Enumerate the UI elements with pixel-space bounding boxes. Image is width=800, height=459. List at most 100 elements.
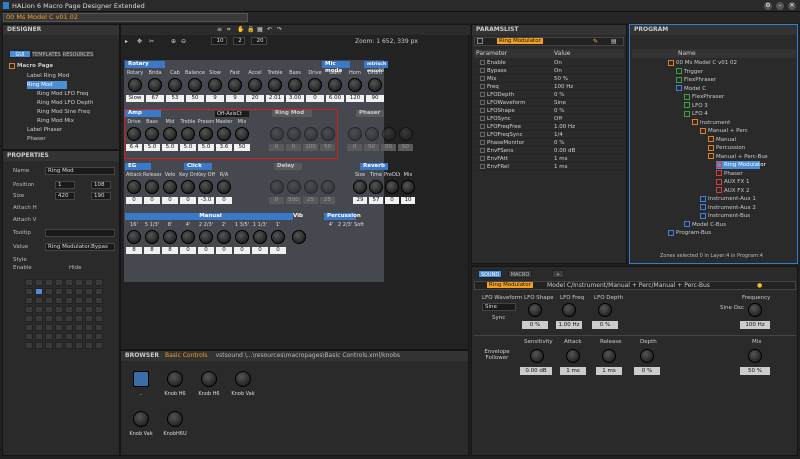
browser-filter[interactable]: Basic Controls xyxy=(165,351,208,361)
style-flag-cell[interactable] xyxy=(45,306,53,313)
style-flag-cell[interactable] xyxy=(65,324,73,331)
attack-value[interactable]: 1 ms xyxy=(560,367,586,375)
snap-field[interactable]: 20 xyxy=(251,37,267,45)
style-flag-cell[interactable] xyxy=(95,279,103,286)
style-flag-cell[interactable] xyxy=(85,306,93,313)
param-checkbox[interactable] xyxy=(480,68,485,73)
minimize-button[interactable]: – xyxy=(776,2,784,10)
param-checkbox[interactable] xyxy=(480,164,485,169)
style-flag-cell[interactable] xyxy=(35,288,43,295)
param-row[interactable]: Bypass On xyxy=(474,67,624,75)
knob-thumbnail-icon[interactable] xyxy=(235,371,251,387)
param-row[interactable]: Mix 50 % xyxy=(474,75,624,83)
name-field[interactable]: Ring Mod xyxy=(45,167,115,175)
style-flag-cell[interactable] xyxy=(25,288,33,295)
param-checkbox[interactable] xyxy=(480,100,485,105)
knob[interactable] xyxy=(381,127,396,141)
style-flag-cell[interactable] xyxy=(25,324,33,331)
knob[interactable] xyxy=(286,127,301,141)
style-flag-cell[interactable] xyxy=(65,342,73,349)
style-flag-cell[interactable] xyxy=(85,297,93,304)
knob-value[interactable]: 50 xyxy=(320,144,335,151)
param-value[interactable]: 0 % xyxy=(554,107,564,115)
tab-templates[interactable]: TEMPLATES xyxy=(31,50,61,58)
knob-value[interactable]: 0 xyxy=(126,197,142,204)
param-checkbox[interactable] xyxy=(480,124,485,129)
knob-value[interactable]: 50 xyxy=(364,144,379,151)
style-flag-cell[interactable] xyxy=(95,306,103,313)
style-flag-cell[interactable] xyxy=(55,315,63,322)
style-flag-cell[interactable] xyxy=(55,333,63,340)
knob-value[interactable]: 120 xyxy=(346,95,364,102)
lfo-wave-select[interactable]: Sine xyxy=(482,303,516,311)
knob[interactable] xyxy=(248,78,262,92)
knob[interactable] xyxy=(181,180,195,194)
knob-value[interactable]: 0 xyxy=(180,247,196,254)
knob-value[interactable]: 0 xyxy=(347,144,362,151)
style-flag-cell[interactable] xyxy=(25,297,33,304)
program-tree-item[interactable]: Model C xyxy=(676,85,706,93)
tree-item[interactable]: Ring Mod Mix xyxy=(37,117,74,125)
program-tree-item[interactable]: AUX FX 2 xyxy=(716,187,749,195)
knob-value[interactable]: 20 xyxy=(246,95,264,102)
grid-x-field[interactable]: 10 xyxy=(211,37,227,45)
param-checkbox[interactable] xyxy=(480,132,485,137)
style-flag-cell[interactable] xyxy=(55,288,63,295)
knob-thumbnail-icon[interactable] xyxy=(167,371,183,387)
folder-icon[interactable] xyxy=(133,371,149,387)
param-checkbox[interactable] xyxy=(480,92,485,97)
param-checkbox[interactable] xyxy=(480,116,485,121)
drawbar-knob[interactable] xyxy=(217,230,231,244)
knob[interactable] xyxy=(268,78,282,92)
knob[interactable] xyxy=(286,180,301,194)
style-flag-cell[interactable] xyxy=(85,333,93,340)
crop-icon[interactable]: ⌗ xyxy=(227,26,230,34)
knob-value[interactable]: 100 xyxy=(303,144,318,151)
depth-knob[interactable] xyxy=(640,349,654,363)
move-tool-icon[interactable]: ✥ xyxy=(137,38,142,45)
style-flag-cell[interactable] xyxy=(95,288,103,295)
view-icon[interactable]: ▤ xyxy=(611,38,617,45)
style-flag-cell[interactable] xyxy=(75,306,83,313)
knob-value[interactable]: 500 xyxy=(286,197,301,204)
knob[interactable] xyxy=(217,180,231,194)
knob-value[interactable]: 0 xyxy=(306,95,324,102)
tab-gui[interactable]: GUI xyxy=(9,50,31,58)
tree-item[interactable]: Ring Mod LFO Freq xyxy=(37,90,89,98)
param-row[interactable]: LFOSync Off xyxy=(474,115,624,123)
knob-value[interactable]: 25 xyxy=(320,197,335,204)
knob-value[interactable]: 67 xyxy=(146,95,164,102)
attack-knob[interactable] xyxy=(566,349,580,363)
style-flag-cell[interactable] xyxy=(45,342,53,349)
drawbar-knob[interactable] xyxy=(235,230,249,244)
style-flag-cell[interactable] xyxy=(85,279,93,286)
knob-value[interactable]: 0 xyxy=(385,197,399,204)
lfo-freq-knob[interactable] xyxy=(562,303,576,317)
param-value[interactable]: 1/4 xyxy=(554,131,563,139)
select-tool-icon[interactable]: ▸ xyxy=(125,38,128,45)
param-value[interactable]: On xyxy=(554,67,562,75)
style-flag-cell[interactable] xyxy=(85,324,93,331)
param-value[interactable]: 0 % xyxy=(554,91,564,99)
knob-value[interactable]: 0 xyxy=(234,247,250,254)
knob-value[interactable]: 0 xyxy=(252,247,268,254)
style-flag-cell[interactable] xyxy=(35,315,43,322)
param-row[interactable]: PhaseMonitor 0 % xyxy=(474,139,624,147)
mix-knob[interactable] xyxy=(748,349,762,363)
drawbar-knob[interactable] xyxy=(145,230,159,244)
program-tree-item[interactable]: Model C-Bus xyxy=(684,221,726,229)
param-row[interactable]: LFODepth 0 % xyxy=(474,91,624,99)
param-value[interactable]: 100 Hz xyxy=(554,83,573,91)
program-tree-item[interactable]: Instrument-Aux 1 xyxy=(700,195,756,203)
program-tree-item[interactable]: Program-Bus xyxy=(668,229,711,237)
pin-icon[interactable]: ✎ xyxy=(593,38,598,45)
style-flag-cell[interactable] xyxy=(35,279,43,286)
style-flag-cell[interactable] xyxy=(25,279,33,286)
style-flag-cell[interactable] xyxy=(35,342,43,349)
knob-value[interactable]: 0 xyxy=(162,197,178,204)
knob[interactable] xyxy=(303,180,318,194)
value-field[interactable]: Ring Modulator.Bypas xyxy=(45,243,115,251)
style-flag-cell[interactable] xyxy=(95,315,103,322)
grid-y-field[interactable]: 2 xyxy=(233,37,245,45)
program-tree-item[interactable]: Trigger xyxy=(676,68,703,76)
